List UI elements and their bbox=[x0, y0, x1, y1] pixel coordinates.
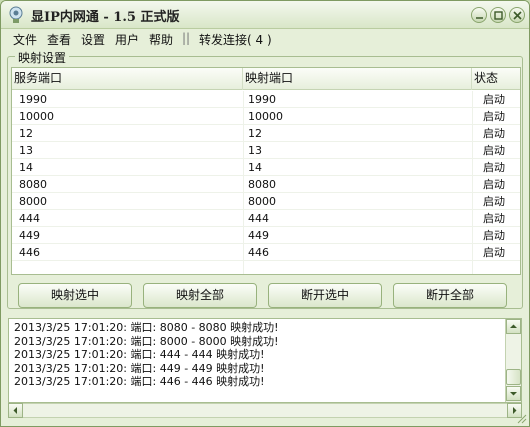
table-row[interactable]: 8000 8000 启动 bbox=[12, 193, 520, 210]
table-row[interactable]: 446 446 启动 bbox=[12, 244, 520, 261]
chevron-up-icon bbox=[510, 324, 517, 328]
status-cell: 启动 bbox=[483, 178, 505, 191]
service-port-cell: 8080 bbox=[19, 178, 47, 191]
column-header-mapped-port[interactable]: 映射端口 bbox=[243, 68, 472, 90]
table-row[interactable]: 10000 10000 启动 bbox=[12, 108, 520, 125]
chevron-left-icon bbox=[13, 407, 17, 414]
status-cell: 启动 bbox=[483, 93, 505, 106]
service-port-cell: 1990 bbox=[19, 93, 47, 106]
log-line: 2013/3/25 17:01:20: 端口: 444 - 444 映射成功! bbox=[14, 348, 265, 361]
log-output[interactable]: 2013/3/25 17:01:20: 端口: 8080 - 8080 映射成功… bbox=[8, 318, 522, 403]
minimize-icon bbox=[476, 17, 483, 19]
log-vertical-scrollbar[interactable] bbox=[505, 319, 521, 402]
log-horizontal-scrollbar[interactable] bbox=[8, 403, 522, 418]
column-header-status[interactable]: 状态 bbox=[472, 68, 520, 90]
app-window: 显IP内网通 - 1.5 正式版 文件 查看 设置 用户 帮助 || 转发连接(… bbox=[0, 0, 530, 427]
service-port-cell: 449 bbox=[19, 229, 40, 242]
log-line: 2013/3/25 17:01:20: 端口: 449 - 449 映射成功! bbox=[14, 361, 265, 375]
service-port-cell: 14 bbox=[19, 161, 33, 174]
mapped-port-cell: 13 bbox=[248, 144, 262, 157]
forward-connections-status[interactable]: 转发连接( 4 ) bbox=[199, 31, 272, 48]
table-row[interactable]: 12 12 启动 bbox=[12, 125, 520, 142]
status-cell: 启动 bbox=[483, 161, 505, 174]
status-cell: 启动 bbox=[483, 212, 505, 225]
table-row[interactable]: 444 444 启动 bbox=[12, 210, 520, 227]
menu-bar: 文件 查看 设置 用户 帮助 || 转发连接( 4 ) bbox=[1, 29, 529, 49]
table-row[interactable]: 1990 1990 启动 bbox=[12, 91, 520, 108]
resize-grip-icon[interactable] bbox=[515, 412, 527, 424]
close-icon bbox=[513, 11, 522, 20]
menu-user[interactable]: 用户 bbox=[115, 31, 139, 48]
table-body: 1990 1990 启动 10000 10000 启动 12 12 启动 13 … bbox=[12, 91, 520, 261]
disconnect-all-button[interactable]: 断开全部 bbox=[393, 283, 507, 308]
service-port-cell: 10000 bbox=[19, 110, 54, 123]
menu-view[interactable]: 查看 bbox=[47, 31, 71, 48]
map-selected-button[interactable]: 映射选中 bbox=[18, 283, 132, 308]
status-cell: 启动 bbox=[483, 195, 505, 208]
mapped-port-cell: 449 bbox=[248, 229, 269, 242]
service-port-cell: 446 bbox=[19, 246, 40, 259]
log-lines: 2013/3/25 17:01:20: 端口: 8080 - 8080 映射成功… bbox=[14, 321, 279, 389]
status-cell: 启动 bbox=[483, 127, 505, 140]
minimize-button[interactable] bbox=[471, 7, 487, 23]
log-line: 2013/3/25 17:01:20: 端口: 8000 - 8000 映射成功… bbox=[14, 334, 279, 348]
menu-file[interactable]: 文件 bbox=[13, 31, 37, 48]
table-row[interactable]: 13 13 启动 bbox=[12, 142, 520, 159]
app-icon bbox=[8, 6, 24, 24]
port-mapping-table[interactable]: 服务端口 映射端口 状态 1990 1990 启动 10000 10000 启动… bbox=[11, 67, 521, 275]
status-cell: 启动 bbox=[483, 110, 505, 123]
menu-separator: || bbox=[182, 31, 191, 45]
scroll-thumb[interactable] bbox=[506, 369, 521, 385]
status-cell: 启动 bbox=[483, 229, 505, 242]
mapped-port-cell: 446 bbox=[248, 246, 269, 259]
scroll-left-button[interactable] bbox=[8, 403, 23, 418]
service-port-cell: 12 bbox=[19, 127, 33, 140]
service-port-cell: 8000 bbox=[19, 195, 47, 208]
mapped-port-cell: 14 bbox=[248, 161, 262, 174]
map-all-button[interactable]: 映射全部 bbox=[143, 283, 257, 308]
status-cell: 启动 bbox=[483, 246, 505, 259]
log-line: 2013/3/25 17:01:20: 端口: 446 - 446 映射成功! bbox=[14, 375, 265, 388]
maximize-button[interactable] bbox=[490, 7, 506, 23]
chevron-down-icon bbox=[510, 392, 517, 396]
mapping-group-label: 映射设置 bbox=[15, 49, 70, 66]
table-header: 服务端口 映射端口 状态 bbox=[12, 68, 520, 90]
scroll-down-button[interactable] bbox=[506, 386, 521, 401]
status-cell: 启动 bbox=[483, 144, 505, 157]
disconnect-selected-button[interactable]: 断开选中 bbox=[268, 283, 382, 308]
service-port-cell: 13 bbox=[19, 144, 33, 157]
scroll-up-button[interactable] bbox=[506, 319, 521, 334]
window-title: 显IP内网通 - 1.5 正式版 bbox=[31, 10, 180, 25]
log-line: 2013/3/25 17:01:20: 端口: 8080 - 8080 映射成功… bbox=[14, 321, 279, 334]
close-button[interactable] bbox=[509, 7, 525, 23]
mapped-port-cell: 1990 bbox=[248, 93, 276, 106]
table-row[interactable]: 449 449 启动 bbox=[12, 227, 520, 244]
mapped-port-cell: 8000 bbox=[248, 195, 276, 208]
menu-help[interactable]: 帮助 bbox=[149, 31, 173, 48]
menu-settings[interactable]: 设置 bbox=[81, 31, 105, 48]
column-header-service-port[interactable]: 服务端口 bbox=[12, 68, 243, 90]
mapped-port-cell: 10000 bbox=[248, 110, 283, 123]
mapped-port-cell: 12 bbox=[248, 127, 262, 140]
service-port-cell: 444 bbox=[19, 212, 40, 225]
mapped-port-cell: 444 bbox=[248, 212, 269, 225]
table-row[interactable]: 8080 8080 启动 bbox=[12, 176, 520, 193]
table-row[interactable]: 14 14 启动 bbox=[12, 159, 520, 176]
title-bar[interactable]: 显IP内网通 - 1.5 正式版 bbox=[1, 1, 529, 29]
mapped-port-cell: 8080 bbox=[248, 178, 276, 191]
maximize-icon bbox=[494, 11, 503, 20]
